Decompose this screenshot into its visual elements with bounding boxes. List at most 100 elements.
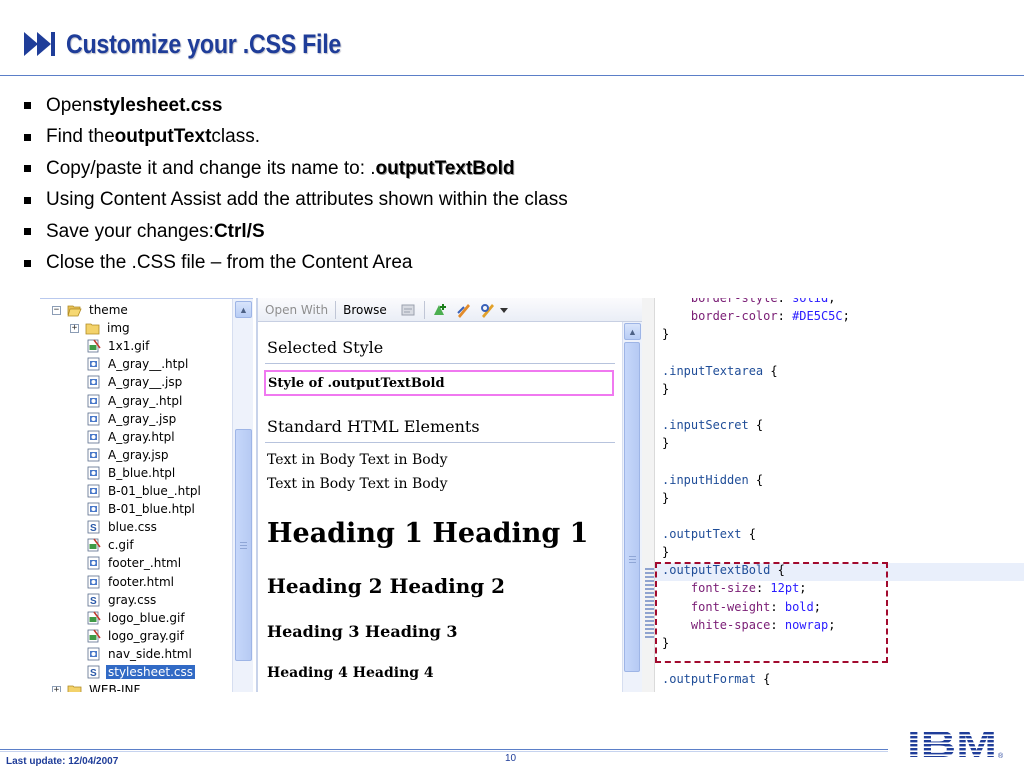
image-file-icon [87,611,101,625]
css-property: border-style [690,298,778,305]
tree-item[interactable]: footer_.html [86,554,183,572]
browse-button[interactable]: Browse [336,298,394,322]
tree-item[interactable]: Sstylesheet.css [86,663,196,681]
html-file-icon [87,375,100,389]
svg-text:S: S [90,523,97,534]
add-style-icon[interactable] [431,301,449,319]
body-text-sample: Text in Body Text in Body [267,476,448,492]
editor-ruler [642,298,655,692]
folder-icon [85,323,100,335]
tree-item-label: A_gray.jsp [108,447,169,462]
collapse-icon[interactable]: − [52,305,61,315]
code-brace: { [748,418,764,433]
body-text-sample: Text in Body Text in Body [267,452,448,468]
code-line: } [662,491,669,509]
tree-item-label: A_gray_.jsp [108,411,177,426]
css-value: solid [792,298,829,305]
tree-item[interactable]: B-01_blue.htpl [86,500,197,518]
expand-icon[interactable]: + [52,685,61,692]
selected-style-heading: Selected Style [267,338,384,357]
heading3-sample: Heading 3 Heading 3 [267,622,458,641]
open-with-button[interactable]: Open With [258,298,335,322]
tree-item-label: nav_side.html [108,646,192,661]
preview-scrollbar[interactable]: ▲ [622,322,642,692]
tree-item[interactable]: + WEB-INF [52,681,142,692]
code-text: } [662,436,670,451]
scroll-up-button[interactable]: ▲ [624,323,641,340]
heading-divider [265,442,615,443]
html-file-icon [87,647,100,661]
page-number: 10 [505,753,517,764]
tree-item[interactable]: c.gif [86,536,136,554]
tree-item[interactable]: logo_blue.gif [86,609,187,627]
image-file-icon [87,339,101,353]
html-file-icon [87,466,100,480]
explorer-scrollbar[interactable]: ▲ [232,299,253,692]
tree-item[interactable]: B-01_blue_.htpl [86,482,203,500]
bullet-item: Copy/paste it and change its name to: .o… [24,153,744,185]
tree-item[interactable]: − theme [52,301,130,319]
tree-item[interactable]: logo_gray.gif [86,627,186,645]
tree-item[interactable]: A_gray.htpl [86,428,177,446]
footer-divider [0,751,888,752]
css-file-icon: S [87,665,100,679]
svg-text:S: S [90,596,97,607]
tree-item[interactable]: B_blue.htpl [86,464,177,482]
html-file-icon [87,394,100,407]
code-text: } [662,545,670,560]
tree-item-label: img [107,321,130,336]
scrollbar-thumb[interactable] [624,342,640,672]
tree-item-label: B-01_blue.htpl [108,502,195,517]
tree-item-label: gray.css [108,592,157,607]
tree-item[interactable]: Sblue.css [86,518,159,536]
image-file-icon [87,538,101,552]
heading2-sample: Heading 2 Heading 2 [267,574,506,598]
tree-item-label: A_gray_.htpl [108,393,183,408]
tree-item-label: A_gray__.htpl [108,357,189,372]
heading-divider [265,363,615,364]
tree-item[interactable]: A_gray.jsp [86,446,171,464]
tree-item-label: logo_blue.gif [108,610,185,625]
standard-elements-heading: Standard HTML Elements [267,417,480,436]
tree-item[interactable]: footer.html [86,573,176,591]
css-selector: .inputTextarea [662,363,764,378]
heading4-sample: Heading 4 Heading 4 [267,665,434,681]
tree-item-label: stylesheet.css [106,665,196,679]
html-file-icon [87,412,100,425]
style-icon[interactable] [400,301,418,319]
instruction-list: Open stylesheet.css Find the outputText … [24,90,744,279]
code-brace: { [748,472,764,487]
tree-item[interactable]: A_gray_.jsp [86,410,178,428]
code-line: .inputTextarea { [662,364,778,382]
bullet-item: Open stylesheet.css [24,90,744,122]
bullet-square-icon [24,259,31,267]
html-file-icon [87,556,100,570]
tree-item[interactable]: A_gray__.jsp [86,373,184,391]
bullet-square-icon [24,165,31,173]
css-selector: .outputFormat [662,672,756,687]
code-line: border-color: #DE5C5C; [662,309,850,327]
expand-icon[interactable]: + [70,323,79,333]
tree-item[interactable]: A_gray_.htpl [86,392,184,410]
link-style-icon[interactable] [479,301,497,319]
bullet-item: Using Content Assist add the attributes … [24,185,744,217]
tree-item[interactable]: 1x1.gif [86,337,151,355]
tree-item-label: WEB-INF [89,683,141,692]
scroll-up-button[interactable]: ▲ [235,301,252,318]
code-line: } [662,436,669,454]
dropdown-arrow-icon[interactable] [499,306,508,314]
tree-item[interactable]: A_gray__.htpl [86,355,190,373]
last-update-text: Last update: 12/04/2007 [6,756,119,767]
tree-item[interactable]: Sgray.css [86,591,158,609]
scrollbar-thumb[interactable] [235,429,252,661]
tree-item[interactable]: + img [70,319,132,337]
tree-item-label: A_gray.htpl [108,429,175,444]
tree-item-label: A_gray__.jsp [108,375,183,390]
tree-item[interactable]: nav_side.html [86,645,194,663]
tree-item-label: B_blue.htpl [108,465,176,480]
bullet-square-icon [24,133,31,141]
bullet-item: Find the outputText class. [24,122,744,154]
edit-style-icon[interactable] [455,301,473,319]
code-line: } [662,382,669,400]
